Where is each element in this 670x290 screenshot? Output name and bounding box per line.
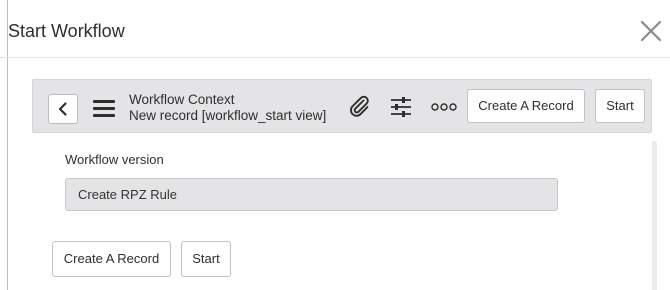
attachment-button[interactable] (347, 94, 371, 118)
modal-title: Start Workflow (8, 21, 125, 41)
chevron-left-icon (58, 102, 67, 116)
vertical-scrollbar[interactable] (652, 141, 657, 290)
create-record-button[interactable]: Create A Record (467, 89, 585, 123)
personalize-form-button[interactable] (389, 95, 413, 119)
context-title: Workflow Context (129, 92, 235, 107)
paperclip-icon (349, 95, 369, 117)
form-header-toolbar: Workflow Context New record [workflow_st… (32, 79, 652, 133)
back-button[interactable] (48, 94, 78, 124)
start-button[interactable]: Start (595, 89, 645, 123)
workflow-form-frame: Workflow Context New record [workflow_st… (32, 79, 657, 290)
context-subtitle: New record [workflow_start view] (129, 108, 327, 123)
more-options-button[interactable] (430, 100, 458, 114)
hamburger-menu-icon[interactable] (93, 100, 115, 118)
workflow-version-label: Workflow version (65, 152, 164, 167)
start-button-footer[interactable]: Start (181, 241, 231, 277)
close-icon (640, 20, 662, 42)
create-record-button-footer[interactable]: Create A Record (52, 241, 171, 277)
sliders-icon (391, 97, 411, 117)
start-workflow-modal: Start Workflow Workflow Context New reco… (0, 0, 670, 290)
more-options-icon (431, 103, 457, 111)
workflow-version-field[interactable]: Create RPZ Rule (65, 178, 558, 211)
close-button[interactable] (638, 18, 664, 44)
modal-header: Start Workflow (0, 0, 670, 58)
